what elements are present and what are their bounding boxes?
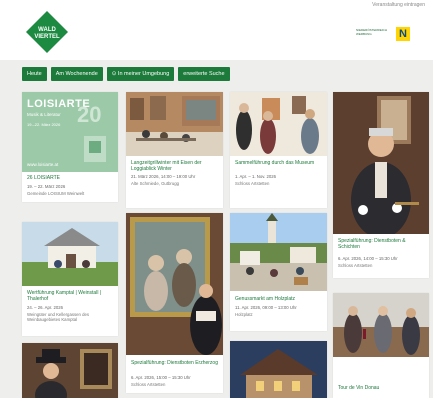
event-card[interactable]: Langzeitgrillwinter mit Eisen der Loggia… <box>126 92 223 208</box>
poster-subtitle: Musik & Literatur <box>27 112 61 117</box>
partner-logo-text: NIEDERÖSTERREICH WERBUNG <box>356 28 388 36</box>
filter-bar: Heute Am Wochenende ⊙ In meiner Umgebung… <box>22 67 230 81</box>
filter-today-button[interactable]: Heute <box>22 67 47 81</box>
logo-text-line2: VIERTEL <box>34 34 60 40</box>
event-image <box>230 92 327 156</box>
poster-year: 20 <box>77 102 102 127</box>
event-title[interactable]: Spezialführung: Dienstboten Erzherzog <box>131 360 219 366</box>
filter-nearby-button[interactable]: ⊙ In meiner Umgebung <box>106 67 175 81</box>
event-location: Gemeinde LOISIUM Weinwelt <box>27 191 85 196</box>
filter-advanced-search-button[interactable]: erweiterte Suche <box>178 67 230 81</box>
event-date: 11. Apr. 2026, 09:00 – 13:00 Uhr <box>235 305 297 310</box>
partner-logo[interactable]: NIEDERÖSTERREICH WERBUNG N <box>356 27 410 41</box>
event-card[interactable] <box>230 341 327 398</box>
event-date: 19. – 22. März 2026 <box>27 184 66 189</box>
event-card[interactable]: Spezialführung: Dienstboten & Schichten … <box>333 92 429 278</box>
event-card[interactable]: Wertführung Kamptal | Weinstall | Thaler… <box>22 222 118 336</box>
event-location: Schloss Artstetten <box>235 181 270 186</box>
poster-website: www.loisiarte.at <box>27 162 59 167</box>
event-date: 24. – 26. Apr. 2026 <box>27 305 64 310</box>
event-location: Weingüter und Kellergassen des Weinbauge… <box>27 312 90 322</box>
event-card[interactable] <box>22 343 118 398</box>
event-location: Schloss Artstetten <box>131 382 166 387</box>
event-card[interactable]: Sammelführung durch das Museum 1. Apr. –… <box>230 92 327 208</box>
event-image <box>126 92 223 156</box>
event-title[interactable]: 26 LOISIARTE <box>27 175 114 181</box>
waldviertel-logo[interactable]: WALD VIERTEL <box>24 9 70 55</box>
event-image <box>333 92 429 234</box>
event-card[interactable]: Tour de Vin Donau <box>333 293 429 398</box>
event-date: 21. März 2026, 14:00 – 19:00 Uhr <box>131 174 196 179</box>
event-location: Schloss Artstetten <box>338 263 373 268</box>
poster-graphic <box>84 136 106 162</box>
event-title[interactable]: Langzeitgrillwinter mit Eisen der Loggia… <box>131 160 219 172</box>
event-image <box>230 341 327 398</box>
event-date: 1. Apr. – 1. Nov. 2026 <box>235 174 277 179</box>
event-card[interactable]: Genussmarkt am Holzplatz 11. Apr. 2026, … <box>230 213 327 331</box>
event-title[interactable]: Sammelführung durch das Museum <box>235 160 323 166</box>
event-card[interactable]: LOISIARTE Musik & Literatur 20 19.–22. M… <box>22 92 118 202</box>
event-image <box>126 213 223 355</box>
filter-weekend-button[interactable]: Am Wochenende <box>50 67 103 81</box>
add-event-link[interactable]: Veranstaltung eintragen <box>372 2 425 8</box>
partner-badge-icon: N <box>396 27 410 41</box>
event-location: Holzplatz <box>235 312 253 317</box>
event-location: Alte Schmiede, Gutbrugg <box>131 181 180 186</box>
event-image <box>333 293 429 357</box>
event-date: 6. Apr. 2026, 14:00 – 15:30 Uhr <box>338 256 398 261</box>
event-poster-image: LOISIARTE Musik & Literatur 20 19.–22. M… <box>22 92 118 172</box>
event-image <box>22 343 118 398</box>
event-image <box>230 213 327 291</box>
event-card[interactable]: Spezialführung: Dienstboten Erzherzog 6.… <box>126 213 223 393</box>
event-date: 6. Apr. 2026, 15:00 – 15:30 Uhr <box>131 375 191 380</box>
site-header: WALD VIERTEL Veranstaltung eintragen NIE… <box>0 0 433 60</box>
event-image <box>22 222 118 286</box>
event-title[interactable]: Genussmarkt am Holzplatz <box>235 296 323 302</box>
event-title[interactable]: Spezialführung: Dienstboten & Schichten <box>338 238 425 250</box>
logo-text-line1: WALD <box>38 27 56 33</box>
event-title[interactable]: Tour de Vin Donau <box>338 385 425 391</box>
poster-dates: 19.–22. März 2026 <box>27 122 61 127</box>
event-title[interactable]: Wertführung Kamptal | Weinstall | Thaler… <box>27 290 114 302</box>
